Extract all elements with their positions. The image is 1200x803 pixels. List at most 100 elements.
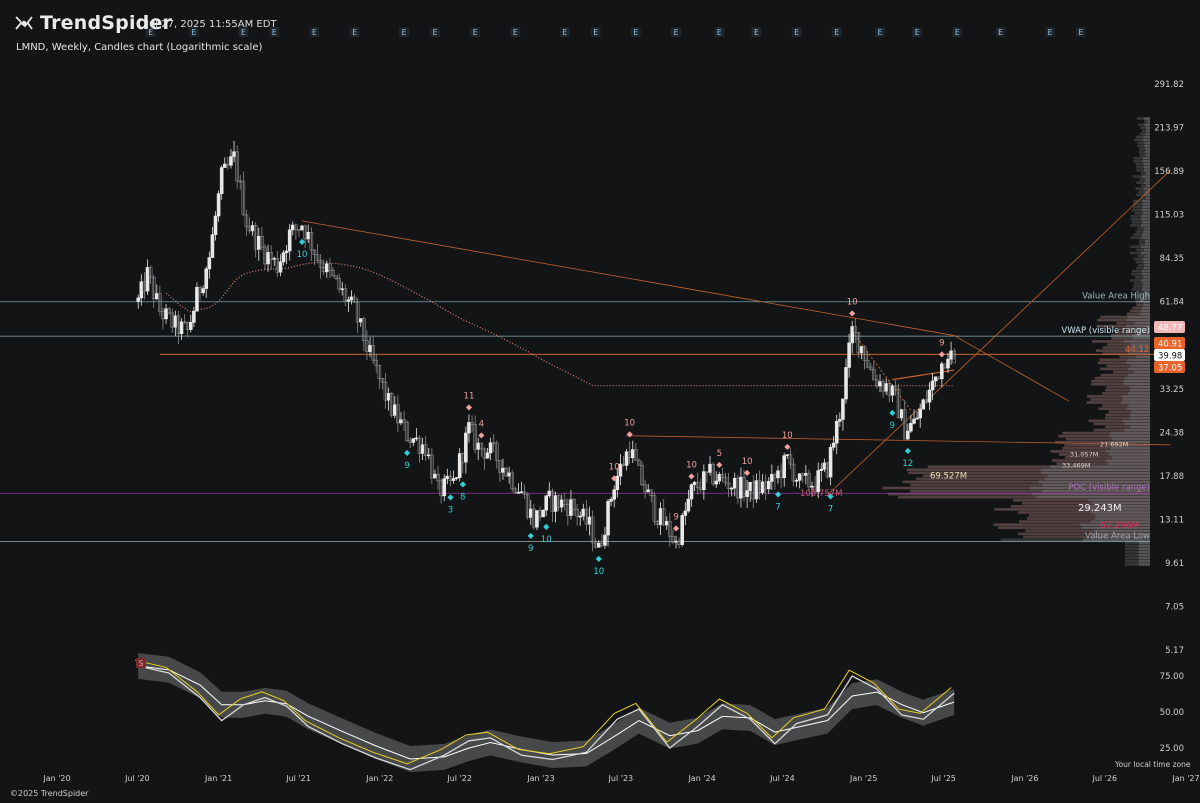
volume-profile-bar (1143, 187, 1150, 191)
time-tick-label: Jan '25 (849, 774, 877, 783)
candle-body (507, 472, 511, 477)
volume-profile-bar (1143, 275, 1150, 279)
volume-profile (882, 117, 1150, 566)
volume-profile-bar (1130, 413, 1150, 417)
candle-body (946, 358, 950, 369)
candle-body (949, 350, 953, 360)
copyright: ©2025 TrendSpider (10, 789, 89, 798)
candle-body (834, 421, 839, 444)
candle-body (340, 288, 345, 291)
volume-profile-bar (1144, 141, 1150, 145)
timezone-label[interactable]: Your local time zone (1115, 760, 1190, 769)
volume-profile-bar (1095, 514, 1150, 517)
volume-profile-bar (1142, 205, 1150, 209)
candle-body (501, 467, 505, 473)
candle-body (433, 473, 437, 479)
signal-marker: ◆ (775, 490, 782, 499)
candle-body (324, 263, 329, 273)
volume-profile-bar (1141, 214, 1150, 218)
volume-profile-bar (1145, 242, 1150, 246)
candle-body (630, 449, 635, 459)
volume-profile-bar (1105, 459, 1150, 462)
volume-profile-bar (1142, 233, 1150, 236)
price-tick-label: 17.88 (1160, 472, 1184, 482)
volume-profile-label: 105.757M (800, 489, 842, 499)
volume-profile-bar (1110, 431, 1150, 435)
signal-marker: ◆ (889, 408, 896, 417)
volume-profile-bar (1142, 175, 1150, 178)
time-axis[interactable]: Jan '20 Jul '20 Jan '21 Jul '21 Jan '22 Jul '… (42, 774, 1199, 783)
volume-profile-bar (1144, 254, 1150, 258)
candle-body (300, 225, 304, 231)
signal-count: 5 (717, 449, 722, 459)
signal-count: 10 (782, 431, 793, 441)
candle-body (210, 234, 215, 258)
time-tick-label: Jan '22 (365, 774, 393, 783)
candle-body (680, 515, 685, 545)
volume-profile-label: 44.12 (1125, 345, 1149, 355)
candle-body (250, 225, 255, 232)
volume-profile-bar (1128, 404, 1150, 407)
price-tag-label: 37.05 (1158, 364, 1182, 374)
signal-marker: ◆ (596, 554, 603, 563)
candle-body (770, 474, 774, 482)
candle-body (822, 462, 827, 470)
volume-profile-bar (1143, 169, 1150, 172)
signal-count: 10 (624, 418, 635, 428)
candle-body (476, 442, 481, 450)
candle-body (287, 229, 292, 252)
volume-profile-bar (1138, 544, 1150, 548)
candle-body (909, 422, 913, 432)
candle-body (173, 315, 178, 328)
candle-body (290, 224, 295, 231)
level-label: Value Area High (1082, 292, 1150, 302)
candle-body (284, 250, 289, 254)
volume-profile-bar (1142, 199, 1150, 203)
signal-marker: ◆ (404, 448, 411, 457)
signal-count: 9 (673, 513, 678, 523)
volume-profile-bar (1126, 407, 1150, 410)
signal-marker: ◆ (447, 492, 454, 501)
signal-marker: ◆ (466, 403, 473, 412)
signal-count: 9 (404, 461, 409, 471)
volume-profile-bar (1141, 236, 1150, 239)
volume-profile-label: 29.243M (1078, 503, 1122, 514)
candle-body (859, 346, 864, 354)
candle-body (708, 463, 712, 473)
candle-body (847, 342, 851, 368)
candle-body (179, 321, 184, 335)
candle-body (392, 404, 397, 416)
candle-body (139, 281, 144, 299)
candle-body (921, 399, 926, 410)
volume-profile-bar (1143, 248, 1150, 252)
signal-marker: ◆ (688, 471, 695, 480)
candle-body (485, 452, 490, 459)
volume-profile-bar (1147, 120, 1150, 123)
volume-profile-bar (1128, 392, 1150, 395)
candle-body (612, 489, 617, 500)
volume-profile-label: 69.527M (930, 472, 967, 482)
volume-profile-bar (1129, 416, 1150, 420)
candle-body (454, 477, 459, 479)
oscillator-tick-label: 50.00 (1160, 708, 1184, 718)
volume-profile-bar (1138, 559, 1150, 563)
candle-body (729, 487, 734, 490)
volume-profile-bar (1142, 285, 1150, 288)
candle-body (606, 501, 610, 536)
candle-body (810, 485, 814, 488)
candle-body (519, 491, 524, 494)
volume-profile-bar (1144, 117, 1150, 120)
signal-count: 11 (464, 392, 475, 402)
volume-profile-bar (1138, 550, 1150, 554)
volume-profile-label: 67.296M (1100, 521, 1139, 531)
candle-body (748, 481, 753, 491)
volume-profile-bar (1143, 211, 1150, 215)
candle-body (154, 293, 159, 300)
candle-body (553, 495, 558, 512)
candle-body (624, 451, 629, 466)
candle-body (346, 299, 351, 302)
price-tag-label: 40.91 (1158, 340, 1182, 350)
volume-profile-bar (1127, 373, 1150, 377)
time-tick-label: Jan '20 (42, 774, 70, 783)
candle-body (732, 477, 737, 489)
